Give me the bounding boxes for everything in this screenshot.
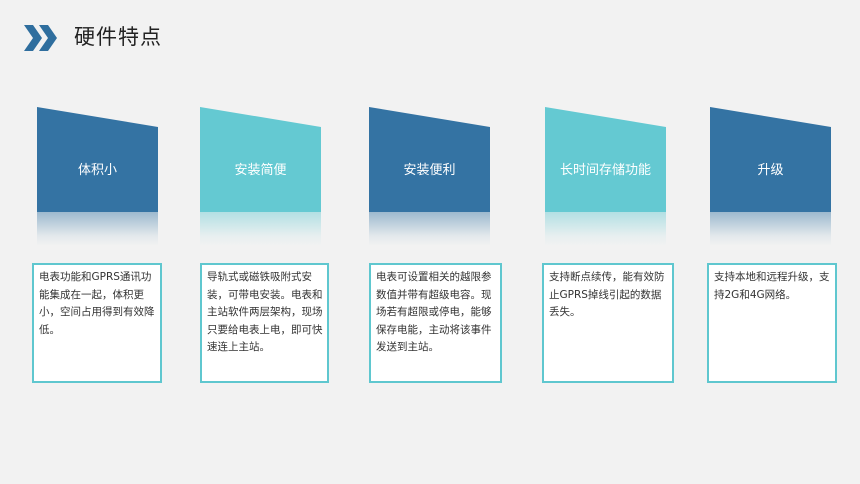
feature-tile: 安装简便 [200,107,321,212]
feature-card-upgrade: 升级 [710,107,831,246]
feature-card-install-easy: 安装简便 [200,107,321,246]
feature-description-box: 支持断点续传，能有效防止GPRS掉线引起的数据丢失。 [542,263,674,383]
tile-reflection [369,212,490,246]
chevron-double-right-icon [24,25,57,51]
tile-reflection [200,212,321,246]
feature-tile-label: 安装简便 [234,163,287,178]
feature-description-box: 电表可设置相关的越限参数值并带有超级电容。现场若有超限或停电，能够保存电能，主动… [369,263,502,383]
tile-reflection [545,212,666,246]
tile-reflection [37,212,158,246]
feature-description-box: 导轨式或磁铁吸附式安装，可带电安装。电表和主站软件两层架构，现场只要给电表上电，… [200,263,329,383]
feature-tile-label: 体积小 [77,163,117,178]
feature-tile-label: 升级 [757,163,784,178]
feature-tile-label: 安装便利 [403,163,456,178]
feature-card-storage: 长时间存储功能 [545,107,666,246]
feature-description-box: 支持本地和远程升级，支持2G和4G网络。 [707,263,837,383]
feature-tile: 升级 [710,107,831,212]
feature-tile: 体积小 [37,107,158,212]
feature-description-box: 电表功能和GPRS通讯功能集成在一起，体积更小，空间占用得到有效降低。 [32,263,162,383]
feature-card-size: 体积小 [37,107,158,246]
feature-tile: 安装便利 [369,107,490,212]
page-title: 硬件特点 [74,25,162,49]
tile-reflection [710,212,831,246]
feature-card-install-convenient: 安装便利 [369,107,490,246]
feature-tile: 长时间存储功能 [545,107,666,212]
feature-tile-label: 长时间存储功能 [559,163,651,178]
